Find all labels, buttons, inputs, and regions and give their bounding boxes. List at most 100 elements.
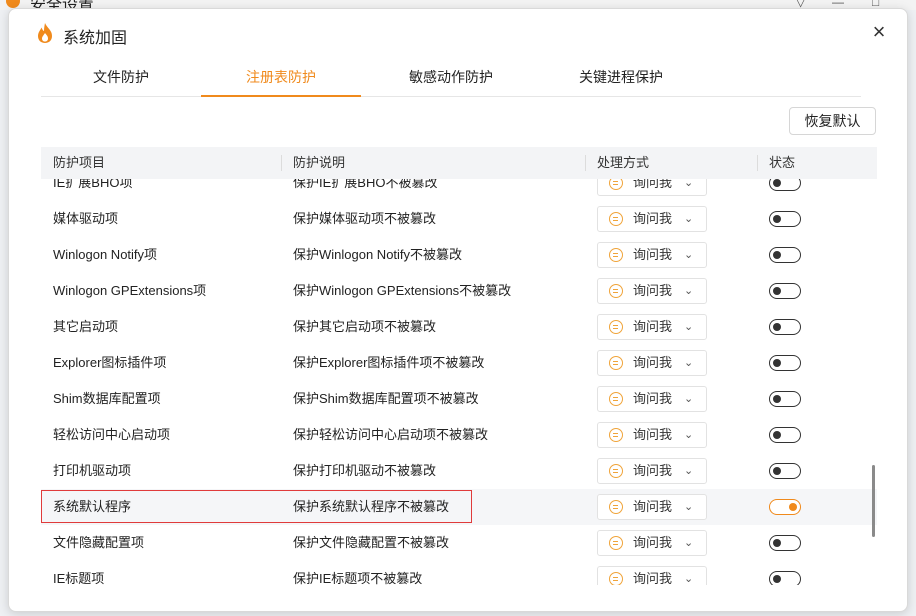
toggle-knob bbox=[773, 538, 781, 547]
protection-item-description: 保护IE标题项不被篡改 bbox=[293, 571, 423, 585]
action-select-value: 询问我 bbox=[633, 319, 673, 334]
column-divider bbox=[281, 155, 282, 171]
protection-item-name: IE扩展BHO项 bbox=[53, 179, 133, 190]
status-toggle[interactable] bbox=[769, 391, 801, 407]
action-select[interactable]: 询问我 ⌄ bbox=[597, 314, 707, 340]
tab-sensitive-action-protection[interactable]: 敏感动作防护 bbox=[371, 61, 531, 97]
toggle-knob bbox=[773, 214, 781, 223]
toggle-knob bbox=[773, 286, 781, 295]
table-row[interactable]: 打印机驱动项 保护打印机驱动不被篡改 询问我 ⌄ bbox=[41, 453, 877, 489]
protection-item-name: 打印机驱动项 bbox=[53, 463, 132, 478]
status-toggle[interactable] bbox=[769, 247, 801, 263]
status-toggle[interactable] bbox=[769, 355, 801, 371]
toggle-knob bbox=[773, 179, 781, 187]
action-select[interactable]: 询问我 ⌄ bbox=[597, 530, 707, 556]
action-select[interactable]: 询问我 ⌄ bbox=[597, 179, 707, 196]
chevron-down-icon: ⌄ bbox=[684, 321, 694, 333]
protection-item-description: 保护其它启动项不被篡改 bbox=[293, 319, 437, 334]
table-row[interactable]: IE扩展BHO项 保护IE扩展BHO不被篡改 询问我 ⌄ bbox=[41, 179, 877, 201]
action-select[interactable]: 询问我 ⌄ bbox=[597, 350, 707, 376]
protection-item-name: Shim数据库配置项 bbox=[53, 391, 161, 406]
status-toggle[interactable] bbox=[769, 283, 801, 299]
status-toggle[interactable] bbox=[769, 463, 801, 479]
protection-item-description: 保护文件隐藏配置不被篡改 bbox=[293, 535, 450, 550]
close-icon[interactable]: × bbox=[867, 21, 891, 45]
restore-defaults-button[interactable]: 恢复默认 bbox=[789, 107, 876, 135]
toggle-knob bbox=[773, 358, 781, 367]
action-select[interactable]: 询问我 ⌄ bbox=[597, 566, 707, 585]
vertical-scrollbar[interactable] bbox=[872, 465, 875, 537]
table-row[interactable]: Winlogon GPExtensions项 保护Winlogon GPExten… bbox=[41, 273, 877, 309]
protection-item-description: 保护轻松访问中心启动项不被篡改 bbox=[293, 427, 489, 442]
protection-item-name: 系统默认程序 bbox=[53, 499, 132, 514]
table-row[interactable]: 轻松访问中心启动项 保护轻松访问中心启动项不被篡改 询问我 ⌄ bbox=[41, 417, 877, 453]
chevron-down-icon: ⌄ bbox=[684, 213, 694, 225]
action-select[interactable]: 询问我 ⌄ bbox=[597, 458, 707, 484]
table-row[interactable]: Winlogon Notify项 保护Winlogon Notify不被篡改 询问我… bbox=[41, 237, 877, 273]
protection-item-name: 轻松访问中心启动项 bbox=[53, 427, 171, 442]
action-select[interactable]: 询问我 ⌄ bbox=[597, 242, 707, 268]
protection-item-name: 其它启动项 bbox=[53, 319, 119, 334]
status-toggle[interactable] bbox=[769, 499, 801, 515]
app-logo-icon bbox=[6, 0, 20, 8]
status-toggle[interactable] bbox=[769, 179, 801, 191]
action-select-value: 询问我 bbox=[633, 179, 673, 190]
action-select-value: 询问我 bbox=[633, 535, 673, 550]
status-toggle[interactable] bbox=[769, 427, 801, 443]
action-select[interactable]: 询问我 ⌄ bbox=[597, 386, 707, 412]
table-row[interactable]: 媒体驱动项 保护媒体驱动项不被篡改 询问我 ⌄ bbox=[41, 201, 877, 237]
protection-item-description: 保护IE扩展BHO不被篡改 bbox=[293, 179, 438, 190]
protection-item-name: Winlogon GPExtensions项 bbox=[53, 283, 207, 298]
action-select[interactable]: 询问我 ⌄ bbox=[597, 206, 707, 232]
tab-file-protection[interactable]: 文件防护 bbox=[61, 61, 181, 97]
tab-registry-protection[interactable]: 注册表防护 bbox=[201, 61, 361, 97]
action-select-value: 询问我 bbox=[633, 391, 673, 406]
table-row[interactable]: Explorer图标插件项 保护Explorer图标插件项不被篡改 询问我 ⌄ bbox=[41, 345, 877, 381]
action-select-value: 询问我 bbox=[633, 427, 673, 442]
action-select-value: 询问我 bbox=[633, 499, 673, 514]
protection-item-name: 文件隐藏配置项 bbox=[53, 535, 145, 550]
protection-item-description: 保护系统默认程序不被篡改 bbox=[293, 499, 450, 514]
ask-icon bbox=[609, 392, 623, 406]
status-toggle[interactable] bbox=[769, 211, 801, 227]
toggle-knob bbox=[773, 250, 781, 259]
action-select-value: 询问我 bbox=[633, 571, 673, 585]
chevron-down-icon: ⌄ bbox=[684, 357, 694, 369]
chevron-down-icon: ⌄ bbox=[684, 465, 694, 477]
ask-icon bbox=[609, 212, 623, 226]
table-row[interactable]: IE标题项 保护IE标题项不被篡改 询问我 ⌄ bbox=[41, 561, 877, 585]
chevron-down-icon: ⌄ bbox=[684, 573, 694, 585]
table-row[interactable]: 系统默认程序 保护系统默认程序不被篡改 询问我 ⌄ bbox=[41, 489, 877, 525]
status-toggle[interactable] bbox=[769, 535, 801, 551]
column-divider bbox=[585, 155, 586, 171]
action-select[interactable]: 询问我 ⌄ bbox=[597, 278, 707, 304]
table-row[interactable]: Shim数据库配置项 保护Shim数据库配置项不被篡改 询问我 ⌄ bbox=[41, 381, 877, 417]
action-select[interactable]: 询问我 ⌄ bbox=[597, 422, 707, 448]
ask-icon bbox=[609, 284, 623, 298]
chevron-down-icon: ⌄ bbox=[684, 501, 694, 513]
column-header-action: 处理方式 bbox=[597, 155, 650, 170]
action-select-value: 询问我 bbox=[633, 463, 673, 478]
status-toggle[interactable] bbox=[769, 319, 801, 335]
protection-item-description: 保护Explorer图标插件项不被篡改 bbox=[293, 355, 485, 370]
tab-critical-process-protection[interactable]: 关键进程保护 bbox=[541, 61, 701, 97]
action-select[interactable]: 询问我 ⌄ bbox=[597, 494, 707, 520]
protection-item-description: 保护Winlogon GPExtensions不被篡改 bbox=[293, 283, 512, 298]
column-divider bbox=[757, 155, 758, 171]
toggle-knob bbox=[773, 394, 781, 403]
ask-icon bbox=[609, 356, 623, 370]
status-toggle[interactable] bbox=[769, 571, 801, 585]
toggle-knob bbox=[773, 574, 781, 583]
action-select-value: 询问我 bbox=[633, 355, 673, 370]
protection-items-table[interactable]: IE扩展BHO项 保护IE扩展BHO不被篡改 询问我 ⌄ 媒体驱动项 保护媒体驱动项不被篡… bbox=[41, 179, 877, 585]
action-select-value: 询问我 bbox=[633, 211, 673, 226]
system-hardening-dialog: 系统加固 × 文件防护 注册表防护 敏感动作防护 关键进程保护 恢复默认 防护项… bbox=[8, 8, 908, 612]
flame-icon bbox=[38, 23, 52, 43]
ask-icon bbox=[609, 428, 623, 442]
table-row[interactable]: 其它启动项 保护其它启动项不被篡改 询问我 ⌄ bbox=[41, 309, 877, 345]
chevron-down-icon: ⌄ bbox=[684, 179, 694, 189]
chevron-down-icon: ⌄ bbox=[684, 249, 694, 261]
table-row[interactable]: 文件隐藏配置项 保护文件隐藏配置不被篡改 询问我 ⌄ bbox=[41, 525, 877, 561]
ask-icon bbox=[609, 500, 623, 514]
toggle-knob bbox=[773, 430, 781, 439]
